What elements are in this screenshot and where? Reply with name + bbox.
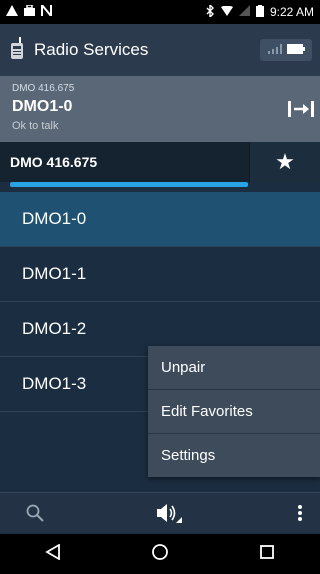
talk-status: Ok to talk [12, 120, 59, 132]
briefcase-icon [24, 4, 35, 19]
menu-item-edit-favorites[interactable]: Edit Favorites [148, 390, 320, 434]
speaker-volume-icon[interactable] [156, 502, 182, 529]
selected-channel: DMO 416.675 [10, 154, 98, 170]
list-item[interactable]: DMO1-0 [0, 192, 320, 247]
signal-bars-icon [267, 41, 282, 59]
battery-icon [255, 4, 264, 20]
walkie-talkie-icon [10, 36, 26, 64]
navigation-bar [0, 534, 320, 574]
radio-battery-icon [286, 41, 305, 59]
list-item-label: DMO1-2 [22, 319, 87, 338]
list-item-label: DMO1-1 [22, 264, 87, 283]
search-icon[interactable] [26, 504, 44, 527]
home-icon[interactable] [151, 543, 169, 566]
overflow-menu-icon[interactable] [297, 504, 303, 527]
menu-item-unpair[interactable]: Unpair [148, 346, 320, 390]
channel-frequency: DMO 416.675 [12, 83, 75, 94]
favorite-button[interactable]: ★ [249, 142, 320, 182]
wifi-icon [220, 5, 233, 19]
cell-signal-icon [238, 5, 250, 19]
n-notification-icon [41, 2, 52, 19]
list-item[interactable]: DMO1-1 [0, 247, 320, 302]
disconnect-icon[interactable] [288, 98, 314, 120]
warning-icon [6, 5, 18, 19]
recents-icon[interactable] [259, 544, 275, 565]
back-icon[interactable] [45, 542, 61, 565]
talkgroup-name: DMO1-0 [12, 98, 73, 115]
status-bar: 9:22 AM [0, 0, 320, 24]
app-bar: Radio Services [0, 24, 320, 76]
channel-progress-bar [10, 182, 248, 187]
clock-time: 9:22 AM [269, 5, 314, 19]
list-item-label: DMO1-3 [22, 374, 87, 393]
signal-battery-indicator [260, 39, 312, 61]
bottom-toolbar [0, 492, 320, 533]
menu-item-settings[interactable]: Settings [148, 434, 320, 477]
bluetooth-icon [206, 2, 215, 20]
app-title: Radio Services [34, 40, 149, 59]
channel-bar[interactable]: DMO 416.675 ★ [0, 142, 320, 182]
overflow-menu: Unpair Edit Favorites Settings [148, 346, 320, 477]
star-icon: ★ [275, 149, 295, 174]
current-channel-panel: DMO 416.675 DMO1-0 Ok to talk [0, 76, 320, 142]
list-item-label: DMO1-0 [22, 209, 87, 228]
